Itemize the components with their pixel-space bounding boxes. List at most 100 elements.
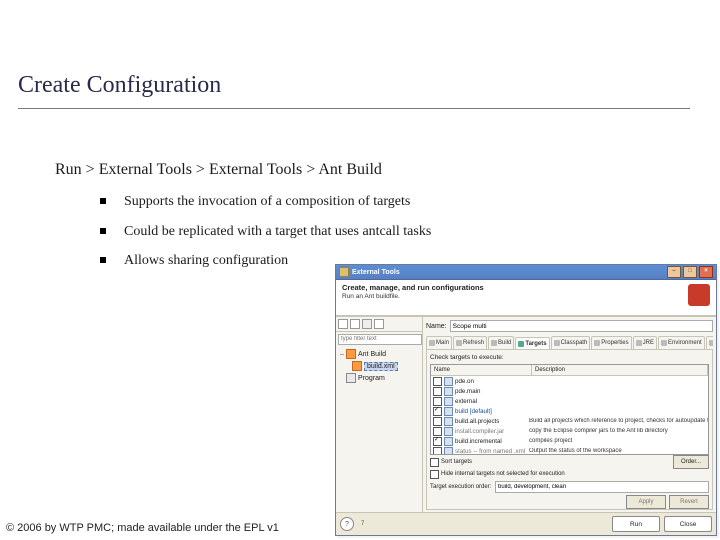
bullet-icon xyxy=(100,198,106,204)
tab-build[interactable]: Build xyxy=(488,336,514,349)
table-row[interactable]: build [default] xyxy=(431,406,708,416)
tab-common[interactable]: Common xyxy=(706,336,713,349)
config-tree[interactable]: – Ant Build build.xml Program xyxy=(336,346,422,512)
tab-icon xyxy=(594,340,600,346)
external-tools-dialog: External Tools – □ × Create, manage, and… xyxy=(335,264,717,536)
bullet-item: Could be replicated with a target that u… xyxy=(100,222,431,242)
target-checkbox[interactable] xyxy=(433,387,442,396)
target-checkbox[interactable] xyxy=(433,447,442,455)
tab-classpath[interactable]: Classpath xyxy=(551,336,591,349)
tab-targets[interactable]: Targets xyxy=(515,337,549,350)
sort-targets-checkbox[interactable] xyxy=(430,458,439,467)
targets-rows[interactable]: pde.onpde.mainexternalbuild [default]bui… xyxy=(431,376,708,454)
tree-filter-input[interactable] xyxy=(338,334,422,345)
name-input[interactable] xyxy=(450,320,713,332)
external-tools-icon xyxy=(688,284,710,306)
slide-title: Create Configuration xyxy=(18,72,221,99)
target-exec-order-input[interactable] xyxy=(495,481,709,493)
titlebar-title: External Tools xyxy=(352,269,400,276)
target-name: build [default] xyxy=(455,408,492,415)
target-icon xyxy=(444,407,453,416)
name-label: Name: xyxy=(426,323,447,330)
tree-program-label[interactable]: Program xyxy=(358,375,385,382)
hide-internal-label: Hide internal targets not selected for e… xyxy=(441,471,565,477)
tree-toolbar xyxy=(336,317,422,332)
dialog-header-subtitle: Run an Ant buildfile. xyxy=(342,293,710,300)
dialog-header: Create, manage, and run configurations R… xyxy=(336,280,716,316)
delete-config-icon[interactable] xyxy=(362,319,372,329)
tree-twisty-icon[interactable] xyxy=(338,375,346,382)
target-icon xyxy=(444,377,453,386)
tab-environment[interactable]: Environment xyxy=(658,336,705,349)
tree-twisty-icon[interactable]: – xyxy=(338,351,346,358)
tab-icon xyxy=(429,340,435,346)
tab-jre[interactable]: JRE xyxy=(633,336,657,349)
minimize-button[interactable]: – xyxy=(667,266,681,278)
body-heading: Run > External Tools > External Tools > … xyxy=(55,161,382,179)
targets-table: Name Description pde.on pde.mainexternal b… xyxy=(430,364,709,455)
target-icon xyxy=(444,447,453,455)
target-name: build.all.projects xyxy=(455,418,499,425)
check-targets-label: Check targets to execute: xyxy=(430,354,504,361)
target-name: pde.on xyxy=(455,378,474,385)
title-rule xyxy=(18,108,690,109)
target-checkbox[interactable] xyxy=(433,427,442,436)
program-icon xyxy=(346,373,356,383)
ant-icon xyxy=(346,349,356,359)
slide-footer: © 2006 by WTP PMC; made available under … xyxy=(6,522,279,534)
tree-ant-label[interactable]: Ant Build xyxy=(358,351,386,358)
config-tabs: Main Refresh Build Targets Classpath Pro… xyxy=(426,335,713,350)
target-checkbox[interactable] xyxy=(433,417,442,426)
table-row[interactable]: build.all.projects Build all projects whi… xyxy=(431,416,708,426)
col-name[interactable]: Name xyxy=(431,365,532,375)
close-window-button[interactable]: × xyxy=(699,266,713,278)
target-checkbox[interactable] xyxy=(433,407,442,416)
target-checkbox[interactable] xyxy=(433,437,442,446)
titlebar[interactable]: External Tools – □ × xyxy=(336,265,716,280)
target-name: pde.main xyxy=(455,388,480,395)
dialog-footer: ? 7 Run Close xyxy=(336,513,716,535)
target-checkbox[interactable] xyxy=(433,377,442,386)
apply-button[interactable]: Apply xyxy=(626,495,666,509)
new-config-icon[interactable] xyxy=(338,319,348,329)
tab-properties[interactable]: Properties xyxy=(591,336,631,349)
table-row[interactable]: install.compiler.jar copy the Eclipse com… xyxy=(431,426,708,436)
titlebar-icon xyxy=(339,267,349,277)
maximize-button[interactable]: □ xyxy=(683,266,697,278)
duplicate-config-icon[interactable] xyxy=(350,319,360,329)
config-tree-pane: – Ant Build build.xml Program xyxy=(336,317,423,512)
table-row[interactable]: status -- from named .xmlOutput the stat… xyxy=(431,446,708,454)
bullet-icon xyxy=(100,257,106,263)
bullet-item: Supports the invocation of a composition… xyxy=(100,192,431,212)
tab-main[interactable]: Main xyxy=(426,336,452,349)
tab-refresh[interactable]: Refresh xyxy=(453,336,487,349)
order-button[interactable]: Order... xyxy=(673,455,709,469)
target-name: install.compiler.jar xyxy=(455,428,504,435)
tab-icon xyxy=(491,340,497,346)
target-desc: copy the Eclipse compiler jars to the An… xyxy=(527,428,708,434)
help-button[interactable]: ? xyxy=(340,517,354,531)
col-desc[interactable]: Description xyxy=(532,365,708,375)
tree-selected-config[interactable]: build.xml xyxy=(364,362,398,371)
table-row[interactable]: pde.main xyxy=(431,386,708,396)
tab-icon xyxy=(554,340,560,346)
config-detail-pane: Name: Main Refresh Build Targets Classpa… xyxy=(423,317,716,512)
slide: Create Configuration Run > External Tool… xyxy=(0,0,720,540)
revert-button[interactable]: Revert xyxy=(669,495,709,509)
run-button[interactable]: Run xyxy=(612,516,660,532)
target-name: status -- from named .xml xyxy=(455,448,525,455)
target-icon xyxy=(444,427,453,436)
filter-config-icon[interactable] xyxy=(374,319,384,329)
target-desc: Build all projects which reference to pr… xyxy=(527,418,708,424)
table-row[interactable]: pde.on xyxy=(431,376,708,386)
table-row[interactable]: external xyxy=(431,396,708,406)
close-button[interactable]: Close xyxy=(664,516,712,532)
dialog-header-title: Create, manage, and run configurations xyxy=(342,283,710,292)
tab-icon xyxy=(709,340,713,346)
hide-internal-checkbox[interactable] xyxy=(430,470,439,479)
bullet-icon xyxy=(100,228,106,234)
table-row[interactable]: build.incrementalcompiles project xyxy=(431,436,708,446)
tab-icon xyxy=(456,340,462,346)
target-desc: Output the status of the workspace xyxy=(527,448,708,454)
target-checkbox[interactable] xyxy=(433,397,442,406)
